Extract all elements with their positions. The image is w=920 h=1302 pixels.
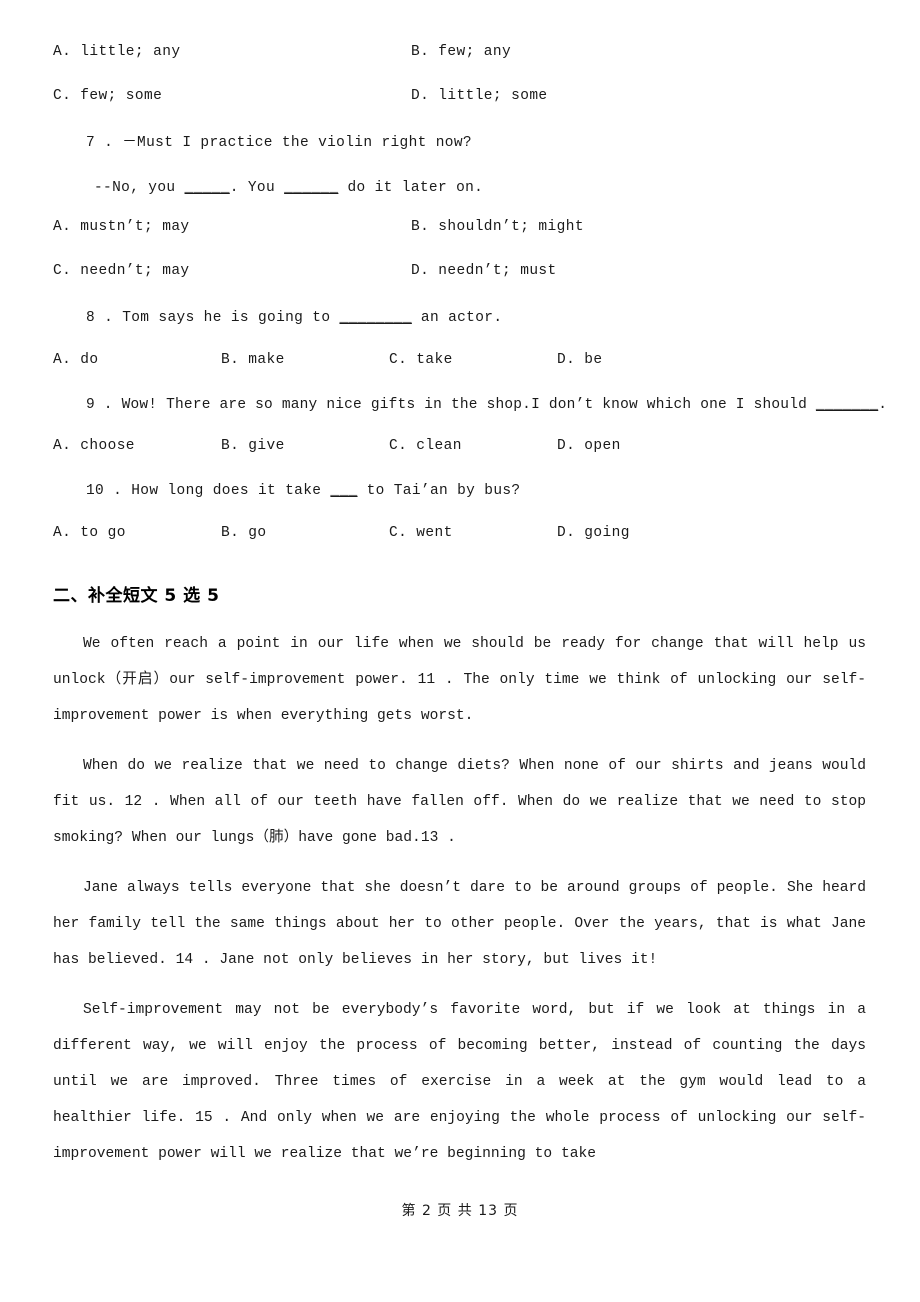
question-8: 8 . Tom says he is going to ________ an … (53, 311, 866, 374)
option-b[interactable]: B. make (221, 352, 285, 368)
stem-text-pre: 10 . How long does it take (86, 483, 331, 499)
option-d[interactable]: D. open (557, 438, 621, 454)
option-a[interactable]: A. mustn’t; may (53, 219, 190, 235)
answer-blank-1[interactable]: _____ (185, 180, 230, 196)
question-9-stem: 9 . Wow! There are so many nice gifts in… (53, 396, 887, 413)
option-row: A. do B. make C. take D. be (53, 352, 866, 374)
option-b[interactable]: B. give (221, 438, 285, 454)
document-page: A. little; any B. few; any C. few; some … (0, 0, 920, 1302)
option-d[interactable]: D. little; some (411, 88, 548, 104)
stem-text-post: to Tai’an by bus? (357, 483, 521, 499)
question-7-stem: 7 . －Must I practice the violin right no… (86, 135, 472, 151)
option-d[interactable]: D. going (557, 525, 630, 541)
option-a[interactable]: A. choose (53, 438, 135, 454)
stem-blank[interactable]: ________ (339, 310, 411, 326)
question-9: 9 . Wow! There are so many nice gifts in… (53, 396, 887, 461)
option-c[interactable]: C. went (389, 525, 453, 541)
stem-text-post: . (878, 396, 888, 413)
option-row: A. little; any B. few; any (53, 44, 866, 66)
question-10: 10 . How long does it take ___ to Tai’an… (53, 484, 866, 547)
option-a[interactable]: A. little; any (53, 44, 180, 60)
option-row: C. needn’t; may D. needn’t; must (53, 263, 866, 285)
passage-paragraph-1: We often reach a point in our life when … (53, 635, 866, 724)
option-b[interactable]: B. go (221, 525, 267, 541)
option-d[interactable]: D. needn’t; must (411, 263, 557, 279)
page-footer: 第 2 页 共 13 页 (401, 1203, 519, 1219)
option-row: A. choose B. give C. clean D. open (53, 438, 866, 460)
option-c[interactable]: C. needn’t; may (53, 263, 190, 279)
option-b[interactable]: B. shouldn’t; might (411, 219, 584, 235)
option-c[interactable]: C. few; some (53, 88, 162, 104)
stem-blank[interactable]: _______ (816, 397, 878, 413)
stem-text-post: an actor. (411, 310, 503, 326)
answer-text-post: do it later on. (338, 179, 484, 196)
stem-text-pre: 9 . Wow! There are so many nice gifts in… (86, 396, 816, 413)
question-6-options: A. little; any B. few; any C. few; some … (53, 44, 866, 110)
option-row: A. to go B. go C. went D. going (53, 525, 866, 547)
option-a[interactable]: A. do (53, 352, 99, 368)
answer-blank-2[interactable]: ______ (284, 180, 338, 196)
answer-text-mid: . You (229, 179, 285, 196)
stem-text-pre: 8 . Tom says he is going to (86, 310, 340, 326)
option-c[interactable]: C. clean (389, 438, 462, 454)
section-heading: 二、补全短文 5 选 5 (53, 585, 220, 606)
option-b[interactable]: B. few; any (411, 44, 511, 60)
stem-blank[interactable]: ___ (330, 483, 357, 499)
passage-paragraph-2: When do we realize that we need to chang… (53, 757, 866, 846)
option-row: C. few; some D. little; some (53, 88, 866, 110)
option-d[interactable]: D. be (557, 352, 603, 368)
question-8-stem: 8 . Tom says he is going to ________ an … (53, 311, 866, 326)
option-row: A. mustn’t; may B. shouldn’t; might (53, 219, 866, 241)
question-7-answer-line: --No, you _____. You ______ do it later … (53, 179, 866, 196)
answer-text-pre: --No, you (94, 179, 185, 196)
question-7: 7 . －Must I practice the violin right no… (53, 136, 866, 285)
option-c[interactable]: C. take (389, 352, 453, 368)
passage-paragraph-4: Self-improvement may not be everybody’s … (53, 1001, 866, 1162)
question-10-stem: 10 . How long does it take ___ to Tai’an… (53, 484, 866, 499)
option-a[interactable]: A. to go (53, 525, 126, 541)
passage-paragraph-3: Jane always tells everyone that she does… (53, 879, 866, 968)
